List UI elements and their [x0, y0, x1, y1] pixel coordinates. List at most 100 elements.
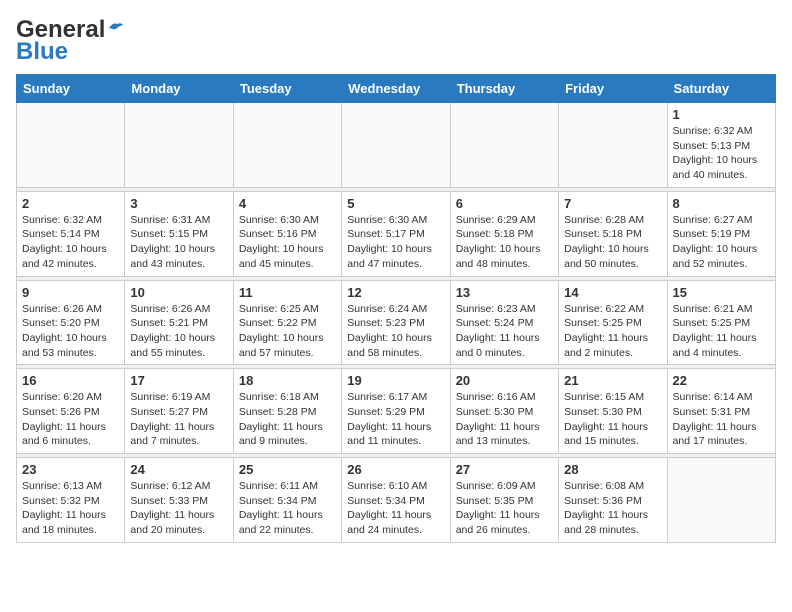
day-info: Sunrise: 6:24 AM Sunset: 5:23 PM Dayligh…	[347, 302, 444, 361]
day-info: Sunrise: 6:32 AM Sunset: 5:14 PM Dayligh…	[22, 213, 119, 272]
day-cell: 10Sunrise: 6:26 AM Sunset: 5:21 PM Dayli…	[125, 280, 233, 365]
day-cell: 8Sunrise: 6:27 AM Sunset: 5:19 PM Daylig…	[667, 191, 775, 276]
day-number: 14	[564, 285, 661, 300]
day-cell	[233, 103, 341, 188]
calendar: SundayMondayTuesdayWednesdayThursdayFrid…	[16, 74, 776, 543]
day-number: 4	[239, 196, 336, 211]
weekday-header-thursday: Thursday	[450, 75, 558, 103]
day-cell: 4 Sunrise: 6:30 AM Sunset: 5:16 PM Daylig…	[233, 191, 341, 276]
week-row-5: 23Sunrise: 6:13 AM Sunset: 5:32 PM Dayli…	[17, 458, 776, 543]
day-cell: 7 Sunrise: 6:28 AM Sunset: 5:18 PM Daylig…	[559, 191, 667, 276]
day-cell: 16 Sunrise: 6:20 AM Sunset: 5:26 PM Dayli…	[17, 369, 125, 454]
day-cell: 15 Sunrise: 6:21 AM Sunset: 5:25 PM Dayli…	[667, 280, 775, 365]
day-number: 16	[22, 373, 119, 388]
day-info: Sunrise: 6:25 AM Sunset: 5:22 PM Dayligh…	[239, 302, 336, 361]
day-cell: 22 Sunrise: 6:14 AM Sunset: 5:31 PM Dayli…	[667, 369, 775, 454]
day-info: Sunrise: 6:31 AM Sunset: 5:15 PM Dayligh…	[130, 213, 227, 272]
week-row-4: 16 Sunrise: 6:20 AM Sunset: 5:26 PM Dayli…	[17, 369, 776, 454]
day-cell: 3 Sunrise: 6:31 AM Sunset: 5:15 PM Daylig…	[125, 191, 233, 276]
day-cell	[559, 103, 667, 188]
day-cell: 20 Sunrise: 6:16 AM Sunset: 5:30 PM Dayli…	[450, 369, 558, 454]
day-cell	[450, 103, 558, 188]
day-cell: 24 Sunrise: 6:12 AM Sunset: 5:33 PM Dayli…	[125, 458, 233, 543]
day-number: 27	[456, 462, 553, 477]
day-info: Sunrise: 6:29 AM Sunset: 5:18 PM Dayligh…	[456, 213, 553, 272]
week-row-1: 1 Sunrise: 6:32 AM Sunset: 5:13 PM Daylig…	[17, 103, 776, 188]
day-cell	[125, 103, 233, 188]
day-cell: 13Sunrise: 6:23 AM Sunset: 5:24 PM Dayli…	[450, 280, 558, 365]
day-info: Sunrise: 6:21 AM Sunset: 5:25 PM Dayligh…	[673, 302, 770, 361]
weekday-header-sunday: Sunday	[17, 75, 125, 103]
day-info: Sunrise: 6:22 AM Sunset: 5:25 PM Dayligh…	[564, 302, 661, 361]
day-info: Sunrise: 6:10 AM Sunset: 5:34 PM Dayligh…	[347, 479, 444, 538]
day-cell: 28 Sunrise: 6:08 AM Sunset: 5:36 PM Dayli…	[559, 458, 667, 543]
week-row-2: 2 Sunrise: 6:32 AM Sunset: 5:14 PM Daylig…	[17, 191, 776, 276]
logo: General Blue	[16, 16, 125, 66]
day-info: Sunrise: 6:30 AM Sunset: 5:16 PM Dayligh…	[239, 213, 336, 272]
day-info: Sunrise: 6:14 AM Sunset: 5:31 PM Dayligh…	[673, 390, 770, 449]
day-info: Sunrise: 6:12 AM Sunset: 5:33 PM Dayligh…	[130, 479, 227, 538]
day-number: 19	[347, 373, 444, 388]
day-cell: 6 Sunrise: 6:29 AM Sunset: 5:18 PM Daylig…	[450, 191, 558, 276]
day-number: 12	[347, 285, 444, 300]
day-info: Sunrise: 6:23 AM Sunset: 5:24 PM Dayligh…	[456, 302, 553, 361]
day-info: Sunrise: 6:26 AM Sunset: 5:20 PM Dayligh…	[22, 302, 119, 361]
day-number: 11	[239, 285, 336, 300]
day-number: 21	[564, 373, 661, 388]
day-info: Sunrise: 6:15 AM Sunset: 5:30 PM Dayligh…	[564, 390, 661, 449]
day-number: 2	[22, 196, 119, 211]
day-cell: 27 Sunrise: 6:09 AM Sunset: 5:35 PM Dayli…	[450, 458, 558, 543]
day-cell: 1 Sunrise: 6:32 AM Sunset: 5:13 PM Daylig…	[667, 103, 775, 188]
day-number: 26	[347, 462, 444, 477]
day-info: Sunrise: 6:28 AM Sunset: 5:18 PM Dayligh…	[564, 213, 661, 272]
logo-blue: Blue	[16, 38, 68, 66]
day-info: Sunrise: 6:19 AM Sunset: 5:27 PM Dayligh…	[130, 390, 227, 449]
day-number: 3	[130, 196, 227, 211]
weekday-header-saturday: Saturday	[667, 75, 775, 103]
day-info: Sunrise: 6:18 AM Sunset: 5:28 PM Dayligh…	[239, 390, 336, 449]
day-cell	[17, 103, 125, 188]
day-number: 6	[456, 196, 553, 211]
day-cell: 5 Sunrise: 6:30 AM Sunset: 5:17 PM Daylig…	[342, 191, 450, 276]
day-cell	[342, 103, 450, 188]
day-cell: 25 Sunrise: 6:11 AM Sunset: 5:34 PM Dayli…	[233, 458, 341, 543]
day-info: Sunrise: 6:30 AM Sunset: 5:17 PM Dayligh…	[347, 213, 444, 272]
weekday-header-friday: Friday	[559, 75, 667, 103]
day-cell: 14 Sunrise: 6:22 AM Sunset: 5:25 PM Dayli…	[559, 280, 667, 365]
day-number: 28	[564, 462, 661, 477]
day-number: 22	[673, 373, 770, 388]
day-cell: 17Sunrise: 6:19 AM Sunset: 5:27 PM Dayli…	[125, 369, 233, 454]
day-info: Sunrise: 6:17 AM Sunset: 5:29 PM Dayligh…	[347, 390, 444, 449]
day-cell: 21 Sunrise: 6:15 AM Sunset: 5:30 PM Dayli…	[559, 369, 667, 454]
day-cell	[667, 458, 775, 543]
day-cell: 18 Sunrise: 6:18 AM Sunset: 5:28 PM Dayli…	[233, 369, 341, 454]
day-number: 5	[347, 196, 444, 211]
day-info: Sunrise: 6:08 AM Sunset: 5:36 PM Dayligh…	[564, 479, 661, 538]
day-cell: 26 Sunrise: 6:10 AM Sunset: 5:34 PM Dayli…	[342, 458, 450, 543]
day-number: 7	[564, 196, 661, 211]
day-number: 15	[673, 285, 770, 300]
day-info: Sunrise: 6:32 AM Sunset: 5:13 PM Dayligh…	[673, 124, 770, 183]
day-number: 20	[456, 373, 553, 388]
day-number: 18	[239, 373, 336, 388]
day-cell: 9Sunrise: 6:26 AM Sunset: 5:20 PM Daylig…	[17, 280, 125, 365]
weekday-header-row: SundayMondayTuesdayWednesdayThursdayFrid…	[17, 75, 776, 103]
day-info: Sunrise: 6:09 AM Sunset: 5:35 PM Dayligh…	[456, 479, 553, 538]
day-cell: 23Sunrise: 6:13 AM Sunset: 5:32 PM Dayli…	[17, 458, 125, 543]
day-info: Sunrise: 6:27 AM Sunset: 5:19 PM Dayligh…	[673, 213, 770, 272]
weekday-header-tuesday: Tuesday	[233, 75, 341, 103]
day-number: 10	[130, 285, 227, 300]
day-info: Sunrise: 6:16 AM Sunset: 5:30 PM Dayligh…	[456, 390, 553, 449]
day-info: Sunrise: 6:20 AM Sunset: 5:26 PM Dayligh…	[22, 390, 119, 449]
day-cell: 19 Sunrise: 6:17 AM Sunset: 5:29 PM Dayli…	[342, 369, 450, 454]
day-cell: 11 Sunrise: 6:25 AM Sunset: 5:22 PM Dayli…	[233, 280, 341, 365]
day-number: 1	[673, 107, 770, 122]
day-number: 24	[130, 462, 227, 477]
day-number: 25	[239, 462, 336, 477]
day-number: 23	[22, 462, 119, 477]
day-cell: 2 Sunrise: 6:32 AM Sunset: 5:14 PM Daylig…	[17, 191, 125, 276]
day-info: Sunrise: 6:11 AM Sunset: 5:34 PM Dayligh…	[239, 479, 336, 538]
weekday-header-monday: Monday	[125, 75, 233, 103]
weekday-header-wednesday: Wednesday	[342, 75, 450, 103]
page-header: General Blue	[16, 16, 776, 66]
